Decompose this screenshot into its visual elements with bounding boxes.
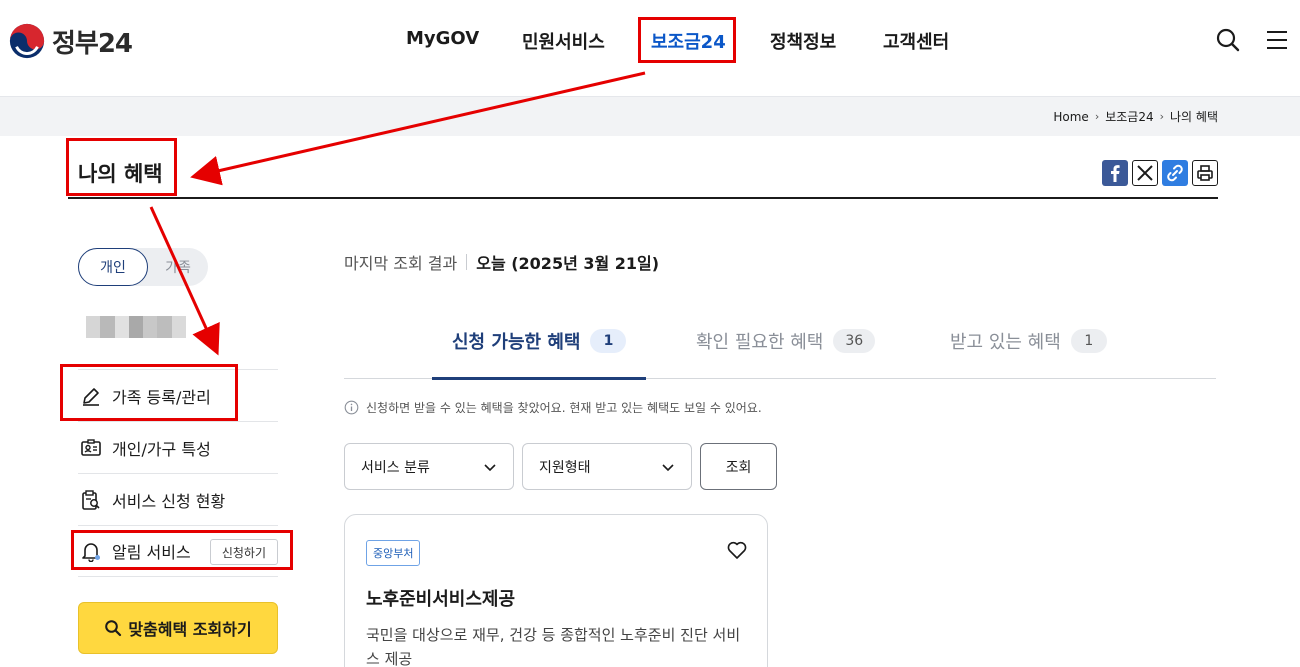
facebook-icon[interactable] — [1102, 160, 1128, 186]
benefit-description: 국민을 대상으로 재무, 건강 등 종합적인 노후준비 진단 서비스 제공 — [366, 626, 741, 667]
divider — [466, 254, 468, 270]
benefit-title[interactable]: 노후준비서비스제공 — [366, 585, 515, 611]
breadcrumb: Home › 보조금24 › 나의 혜택 — [1053, 108, 1218, 125]
id-card-icon — [81, 438, 101, 456]
clipboard-search-icon — [82, 489, 100, 510]
search-icon[interactable] — [1215, 27, 1241, 53]
info-icon — [344, 400, 359, 415]
nav-policy-info[interactable]: 정책정보 — [770, 28, 836, 54]
toggle-individual[interactable]: 개인 — [78, 248, 148, 286]
benefit-card[interactable]: 중앙부처 노후준비서비스제공 국민을 대상으로 재무, 건강 등 종합적인 노후… — [344, 514, 768, 667]
title-divider — [68, 197, 1218, 199]
chevron-down-icon — [662, 463, 674, 471]
tab-label: 신청 가능한 혜택 — [452, 332, 581, 353]
annotation-box-family-manage — [60, 364, 238, 421]
chevron-right-icon: › — [1094, 110, 1100, 123]
print-icon[interactable] — [1192, 160, 1218, 186]
agency-badge: 중앙부처 — [366, 540, 421, 566]
cta-label: 맞춤혜택 조회하기 — [128, 620, 252, 639]
tab-label: 받고 있는 혜택 — [950, 332, 1061, 353]
toggle-family[interactable]: 가족 — [150, 248, 206, 286]
tab-count-badge: 1 — [590, 329, 627, 353]
info-text: 신청하면 받을 수 있는 혜택을 찾았어요. 현재 받고 있는 혜택도 보일 수… — [366, 401, 762, 415]
tab-needs-check-benefits[interactable]: 확인 필요한 혜택 36 — [696, 328, 876, 354]
chevron-down-icon — [484, 463, 496, 471]
search-button[interactable]: 조회 — [700, 443, 777, 490]
nav-customer-center[interactable]: 고객센터 — [883, 28, 949, 54]
service-category-select[interactable]: 서비스 분류 — [344, 443, 514, 490]
chevron-right-icon: › — [1159, 110, 1165, 123]
custom-benefit-search-button[interactable]: 맞춤혜택 조회하기 — [78, 602, 278, 654]
tab-label: 확인 필요한 혜택 — [696, 332, 824, 353]
x-icon[interactable] — [1132, 160, 1158, 186]
select-value: 지원형태 — [539, 459, 591, 476]
last-view-label: 마지막 조회 결과 — [344, 254, 458, 273]
breadcrumb-home[interactable]: Home — [1053, 110, 1088, 124]
breadcrumb-current: 나의 혜택 — [1170, 110, 1218, 124]
share-toolbar — [1102, 160, 1218, 186]
tab-applicable-benefits[interactable]: 신청 가능한 혜택 1 — [452, 328, 627, 354]
tab-receiving-benefits[interactable]: 받고 있는 혜택 1 — [950, 328, 1107, 354]
nav-civil-services[interactable]: 민원서비스 — [522, 28, 605, 54]
sidebar-item-label: 개인/가구 특성 — [112, 439, 211, 459]
filter-bar: 서비스 분류 지원형태 조회 — [344, 443, 777, 490]
nav-mygov[interactable]: MyGOV — [406, 28, 479, 49]
active-tab-indicator — [432, 377, 646, 380]
heart-icon[interactable] — [726, 539, 748, 561]
support-type-select[interactable]: 지원형태 — [522, 443, 692, 490]
menu-icon[interactable] — [1264, 27, 1290, 53]
annotation-box-subsidy-nav — [638, 17, 736, 63]
annotation-box-notification — [71, 530, 293, 570]
last-view-info: 마지막 조회 결과 오늘 (2025년 3월 21일) — [344, 250, 659, 274]
sidebar-item-application-status[interactable]: 서비스 신청 현황 — [78, 473, 278, 525]
blurred-user-name — [86, 316, 186, 338]
link-icon[interactable] — [1162, 160, 1188, 186]
tab-count-badge: 1 — [1070, 329, 1107, 353]
info-notice: 신청하면 받을 수 있는 혜택을 찾았어요. 현재 받고 있는 혜택도 보일 수… — [344, 399, 762, 416]
sidebar-item-label: 서비스 신청 현황 — [112, 491, 226, 511]
tab-count-badge: 36 — [833, 329, 876, 353]
benefit-tabs: 신청 가능한 혜택 1 확인 필요한 혜택 36 받고 있는 혜택 1 — [344, 304, 1216, 380]
select-value: 서비스 분류 — [361, 459, 430, 476]
breadcrumb-band: Home › 보조금24 › 나의 혜택 — [0, 96, 1300, 136]
search-icon — [105, 620, 122, 637]
annotation-box-page-title — [66, 138, 177, 196]
person-family-toggle: 개인 가족 — [78, 248, 208, 286]
breadcrumb-subsidy24[interactable]: 보조금24 — [1105, 108, 1153, 125]
sidebar-item-household-traits[interactable]: 개인/가구 특성 — [78, 421, 278, 473]
last-view-date: 오늘 (2025년 3월 21일) — [476, 254, 660, 273]
